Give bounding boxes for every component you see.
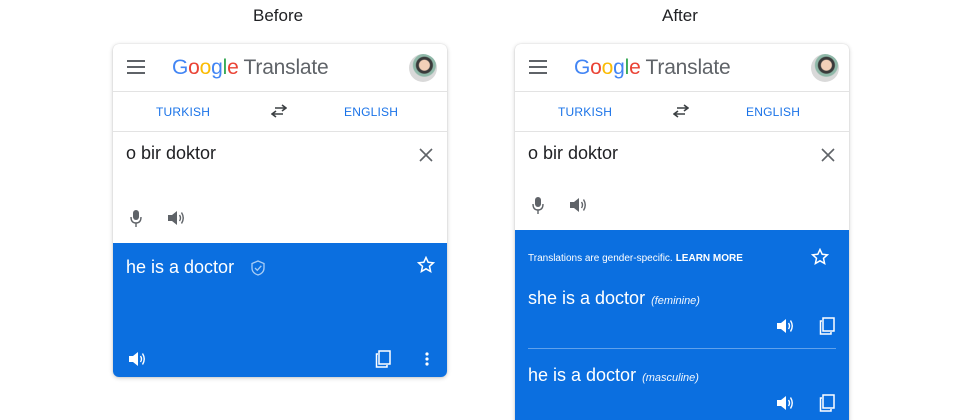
gender-label: (feminine) — [651, 295, 700, 307]
translation-text: she is a doctor — [528, 288, 646, 308]
target-language-button[interactable]: ENGLISH — [344, 105, 398, 119]
translation-result-panel: Translations are gender-specific. LEARN M… — [515, 230, 849, 420]
translation-masculine: he is a doctor (masculine) — [528, 365, 699, 386]
target-language-button[interactable]: ENGLISH — [746, 105, 800, 119]
translation-text: he is a doctor — [126, 257, 235, 277]
speaker-icon[interactable] — [776, 318, 794, 334]
source-text-input[interactable]: o bir doktor — [126, 143, 216, 164]
verified-shield-icon — [251, 260, 265, 276]
app-bar: Google Translate — [515, 44, 849, 92]
clear-icon[interactable] — [821, 148, 835, 162]
copy-icon[interactable] — [375, 350, 391, 368]
google-translate-logo: Google Translate — [172, 56, 329, 79]
copy-icon[interactable] — [819, 317, 835, 335]
copy-icon[interactable] — [819, 394, 835, 412]
source-language-button[interactable]: TURKISH — [558, 105, 612, 119]
speaker-icon[interactable] — [128, 351, 146, 367]
language-bar: TURKISH ENGLISH — [515, 92, 849, 132]
speaker-icon[interactable] — [776, 395, 794, 411]
app-bar: Google Translate — [113, 44, 447, 92]
gender-notice: Translations are gender-specific. LEARN M… — [528, 253, 743, 264]
mic-icon[interactable] — [130, 210, 142, 227]
swap-icon[interactable] — [271, 104, 287, 118]
menu-icon[interactable] — [529, 60, 547, 74]
speaker-icon[interactable] — [569, 197, 587, 213]
translation-feminine: she is a doctor (feminine) — [528, 288, 700, 309]
translation-text: he is a doctor — [528, 365, 637, 385]
mic-icon[interactable] — [532, 197, 544, 214]
language-bar: TURKISH ENGLISH — [113, 92, 447, 132]
avatar[interactable] — [409, 54, 437, 82]
translate-card-before: Google Translate TURKISH ENGLISH o bir do… — [113, 44, 447, 377]
after-caption: After — [662, 6, 698, 25]
gender-notice-text: Translations are gender-specific. — [528, 253, 673, 264]
avatar[interactable] — [811, 54, 839, 82]
clear-icon[interactable] — [419, 148, 433, 162]
gender-label: (masculine) — [642, 372, 699, 384]
translation-result-panel: he is a doctor — [113, 243, 447, 377]
star-icon[interactable] — [811, 248, 829, 266]
translate-card-after: Google Translate TURKISH ENGLISH o bir do… — [515, 44, 849, 420]
more-icon[interactable] — [425, 352, 429, 366]
star-icon[interactable] — [417, 256, 435, 274]
source-text-input[interactable]: o bir doktor — [528, 143, 618, 164]
speaker-icon[interactable] — [167, 210, 185, 226]
source-language-button[interactable]: TURKISH — [156, 105, 210, 119]
menu-icon[interactable] — [127, 60, 145, 74]
swap-icon[interactable] — [673, 104, 689, 118]
google-translate-logo: Google Translate — [574, 56, 731, 79]
before-caption: Before — [253, 6, 304, 25]
divider — [528, 348, 836, 349]
learn-more-link[interactable]: LEARN MORE — [676, 253, 743, 264]
